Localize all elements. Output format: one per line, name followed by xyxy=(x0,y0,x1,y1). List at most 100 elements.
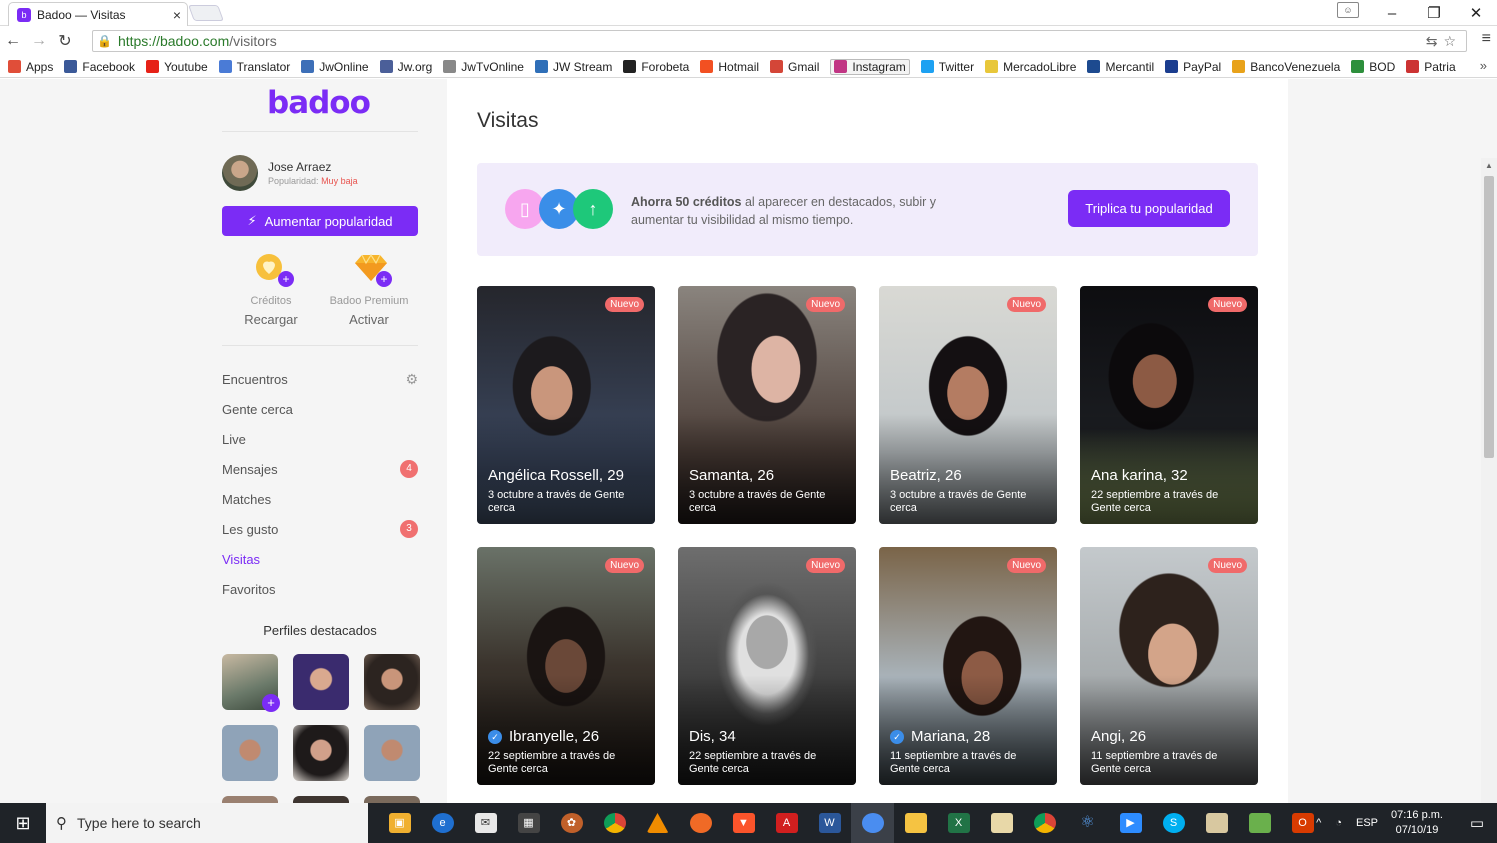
bookmark-jwonline[interactable]: JwOnline xyxy=(301,60,369,74)
acrobat-icon[interactable]: A xyxy=(765,803,808,843)
featured-profile[interactable] xyxy=(293,725,349,781)
sidebar-item-mensajes[interactable]: Mensajes 4 xyxy=(222,454,418,484)
visitor-card[interactable]: Nuevo Angi, 26 11 septiembre a través de G… xyxy=(1080,547,1258,785)
visitor-card[interactable]: Nuevo Samanta, 26 3 octubre a través de Ge… xyxy=(678,286,856,524)
store-icon[interactable]: ▣ xyxy=(378,803,421,843)
url-input[interactable]: 🔒 https://badoo.com/visitors ⇆☆ xyxy=(92,30,1467,52)
profile-icon[interactable]: ☺ xyxy=(1337,2,1359,18)
brave-lion-icon[interactable]: ✿ xyxy=(550,803,593,843)
bookmark-instagram[interactable]: Instagram xyxy=(830,58,910,75)
skype-icon[interactable]: S xyxy=(1152,803,1195,843)
bookmark-mercantil[interactable]: Mercantil xyxy=(1087,60,1154,74)
sidebar-item-gente-cerca[interactable]: Gente cerca xyxy=(222,394,418,424)
credits-widget[interactable]: + Créditos Recargar xyxy=(216,253,326,327)
excel-icon[interactable]: X xyxy=(937,803,980,843)
language-indicator[interactable]: ESP xyxy=(1356,817,1378,829)
featured-profile[interactable] xyxy=(293,654,349,710)
chrome-canary-icon[interactable] xyxy=(1023,803,1066,843)
featured-profile[interactable] xyxy=(222,725,278,781)
minimize-icon[interactable]: – xyxy=(1371,5,1413,22)
filter-settings-icon[interactable]: ⚙ xyxy=(405,371,418,388)
visitor-card[interactable]: Nuevo ✓ Mariana, 28 11 septiembre a través … xyxy=(879,547,1057,785)
page-scrollbar[interactable]: ▲ ▼ xyxy=(1481,158,1497,803)
mail-icon[interactable]: ✉ xyxy=(464,803,507,843)
sidebar-item-encuentros[interactable]: Encuentros ⚙ xyxy=(222,364,418,394)
taskbar-search[interactable]: ⚲ Type here to search xyxy=(46,803,368,843)
bookmark-bod[interactable]: BOD xyxy=(1351,60,1395,74)
chrome-active-icon[interactable] xyxy=(851,803,894,843)
reload-icon[interactable]: ↻ xyxy=(52,31,78,51)
edge-icon[interactable]: e xyxy=(421,803,464,843)
notification-center-icon[interactable]: ▭ xyxy=(1457,803,1497,843)
add-credits-icon[interactable]: + xyxy=(278,271,294,287)
featured-profile[interactable] xyxy=(364,796,420,803)
bookmark-twitter[interactable]: Twitter xyxy=(920,60,974,74)
bookmark-facebook[interactable]: Facebook xyxy=(64,60,135,74)
bookmark-forobeta[interactable]: Forobeta xyxy=(623,60,689,74)
premium-widget[interactable]: + Badoo Premium Activar xyxy=(314,253,424,327)
sidebar-item-live[interactable]: Live xyxy=(222,424,418,454)
windows-start-icon[interactable]: ⊞ xyxy=(0,803,46,843)
wifi-icon[interactable]: ◔ xyxy=(1335,817,1342,829)
firefox-icon[interactable] xyxy=(679,803,722,843)
bookmark-bancovenezuela[interactable]: BancoVenezuela xyxy=(1232,60,1340,74)
file-explorer-icon[interactable] xyxy=(894,803,937,843)
tray-chevron-icon[interactable]: ^ xyxy=(1316,817,1321,829)
visitor-card[interactable]: Nuevo Beatriz, 26 3 octubre a través de Ge… xyxy=(879,286,1057,524)
bookmark-youtube[interactable]: Youtube xyxy=(146,60,208,74)
add-featured-icon[interactable]: + xyxy=(262,694,280,712)
folder-icon[interactable] xyxy=(980,803,1023,843)
visitor-card[interactable]: Nuevo Angélica Rossell, 29 3 octubre a tra… xyxy=(477,286,655,524)
bookmark-star-icon[interactable]: ☆ xyxy=(1443,33,1462,49)
bookmark-gmail[interactable]: Gmail xyxy=(770,60,819,74)
sidebar-item-matches[interactable]: Matches xyxy=(222,484,418,514)
activate-link[interactable]: Activar xyxy=(314,312,424,327)
archive-icon[interactable] xyxy=(1195,803,1238,843)
browser-menu-icon[interactable]: ≡ xyxy=(1482,30,1491,48)
bookmark-jwtvonline[interactable]: JwTvOnline xyxy=(443,60,524,74)
triple-popularity-button[interactable]: Triplica tu popularidad xyxy=(1068,190,1230,227)
translate-icon[interactable]: ⇆ xyxy=(1426,33,1444,49)
bookmark-jw-org[interactable]: Jw.org xyxy=(379,60,432,74)
close-window-icon[interactable]: ✕ xyxy=(1455,4,1497,22)
featured-profile[interactable] xyxy=(364,654,420,710)
user-profile[interactable]: Jose Arraez Popularidad: Muy baja xyxy=(222,155,358,191)
new-tab-button[interactable] xyxy=(188,5,224,21)
close-tab-icon[interactable]: × xyxy=(173,7,181,23)
sidebar-item-visitas[interactable]: Visitas xyxy=(222,544,418,574)
chrome-icon[interactable] xyxy=(593,803,636,843)
sidebar-item-les-gusto[interactable]: Les gusto 3 xyxy=(222,514,418,544)
featured-profile[interactable] xyxy=(222,796,278,803)
restore-icon[interactable]: ❐ xyxy=(1413,4,1455,22)
boost-popularity-button[interactable]: ⚡ Aumentar popularidad xyxy=(222,206,418,236)
scrollbar-thumb[interactable] xyxy=(1484,176,1494,458)
browser-tab[interactable]: b Badoo — Visitas × xyxy=(8,2,188,26)
bookmark-paypal[interactable]: PayPal xyxy=(1165,60,1221,74)
bookmark-patria[interactable]: Patria xyxy=(1406,60,1456,74)
featured-profile[interactable] xyxy=(364,725,420,781)
badoo-logo[interactable]: badoo xyxy=(267,85,371,121)
react-icon[interactable]: ⚛ xyxy=(1066,803,1109,843)
bookmark-hotmail[interactable]: Hotmail xyxy=(700,60,759,74)
clock[interactable]: 07:16 p.m. 07/10/19 xyxy=(1391,808,1443,838)
visitor-card[interactable]: Nuevo ✓ Ibranyelle, 26 22 septiembre a trav… xyxy=(477,547,655,785)
featured-profile[interactable]: + xyxy=(222,654,280,712)
visitor-card[interactable]: Nuevo Ana karina, 32 22 septiembre a travé… xyxy=(1080,286,1258,524)
bluestacks-icon[interactable] xyxy=(1238,803,1281,843)
bookmark-mercadolibre[interactable]: MercadoLibre xyxy=(985,60,1076,74)
brave-icon[interactable]: ▼ xyxy=(722,803,765,843)
zoom-icon[interactable]: ▶ xyxy=(1109,803,1152,843)
bookmark-jw-stream[interactable]: JW Stream xyxy=(534,60,612,74)
visitor-card[interactable]: Nuevo Dis, 34 22 septiembre a través de Ge… xyxy=(678,547,856,785)
recharge-link[interactable]: Recargar xyxy=(216,312,326,327)
calendar-icon[interactable]: ▦ xyxy=(507,803,550,843)
forward-icon[interactable]: → xyxy=(26,32,52,50)
avatar[interactable] xyxy=(222,155,258,191)
bookmark-apps[interactable]: Apps xyxy=(8,60,53,74)
back-icon[interactable]: ← xyxy=(0,32,26,50)
vlc-icon[interactable] xyxy=(636,803,679,843)
sidebar-item-favoritos[interactable]: Favoritos xyxy=(222,574,418,604)
add-premium-icon[interactable]: + xyxy=(376,271,392,287)
featured-profile[interactable] xyxy=(293,796,349,803)
more-bookmarks-icon[interactable]: » xyxy=(1480,58,1487,73)
